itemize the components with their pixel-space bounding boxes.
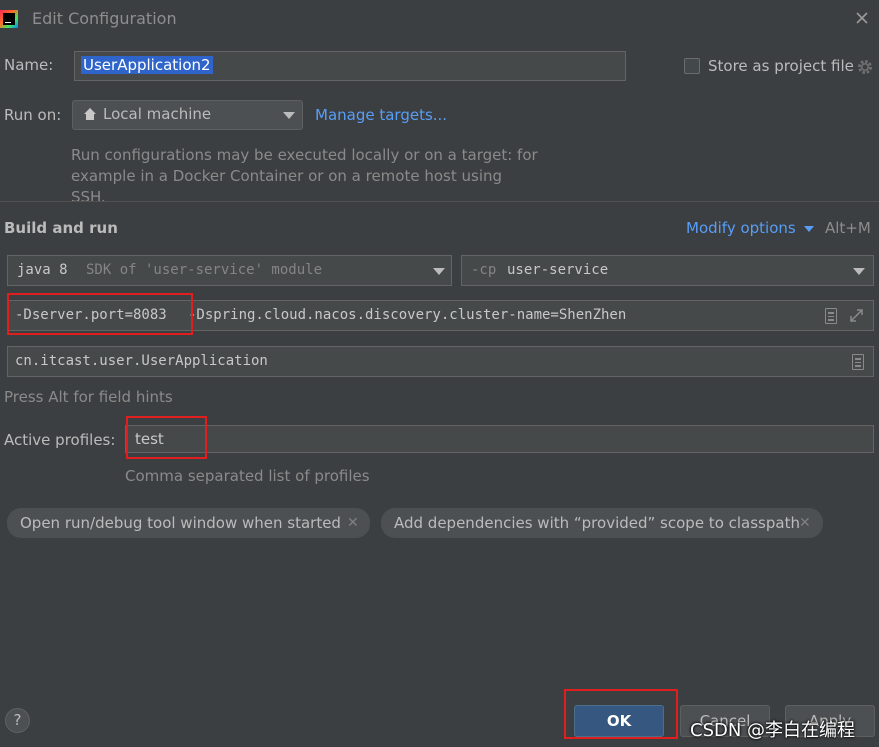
classpath-prefix: -cp bbox=[471, 262, 497, 278]
remove-chip-icon[interactable]: ✕ bbox=[347, 508, 359, 538]
remove-chip-icon[interactable]: ✕ bbox=[799, 508, 811, 538]
intellij-icon bbox=[0, 10, 18, 28]
name-field-value: UserApplication2 bbox=[81, 56, 213, 74]
active-profiles-value: test bbox=[135, 430, 164, 448]
modify-options-link[interactable]: Modify options bbox=[686, 219, 814, 237]
help-button[interactable]: ? bbox=[5, 708, 30, 733]
ok-label: OK bbox=[606, 712, 632, 730]
document-icon[interactable] bbox=[825, 308, 837, 324]
run-on-label: Run on: bbox=[4, 106, 62, 124]
chevron-down-icon bbox=[804, 226, 814, 232]
watermark: CSDN @李白在编程 bbox=[690, 720, 856, 741]
main-class-value: cn.itcast.user.UserApplication bbox=[15, 353, 268, 369]
classpath-dropdown[interactable]: -cp user-service bbox=[461, 255, 874, 286]
ok-button[interactable]: OK bbox=[574, 705, 664, 737]
sdk-module: SDK of 'user-service' module bbox=[86, 262, 323, 278]
name-label: Name: bbox=[4, 56, 54, 74]
chevron-down-icon bbox=[433, 268, 445, 275]
chip-label: Add dependencies with “provided” scope t… bbox=[394, 514, 800, 532]
title-bar: Edit Configuration bbox=[0, 0, 879, 38]
chip-open-tool-window[interactable]: Open run/debug tool window when started … bbox=[7, 508, 370, 538]
run-on-hint: Run configurations may be executed local… bbox=[71, 146, 538, 206]
sdk-dropdown[interactable]: java 8 SDK of 'user-service' module bbox=[7, 255, 452, 286]
modify-options-shortcut: Alt+M bbox=[825, 219, 871, 237]
chip-label: Open run/debug tool window when started bbox=[20, 514, 341, 532]
expand-icon[interactable] bbox=[848, 307, 865, 324]
active-profiles-label: Active profiles: bbox=[4, 431, 116, 449]
modify-options-label: Modify options bbox=[686, 219, 796, 237]
vm-options-field[interactable]: -Dserver.port=8083 -Dspring.cloud.nacos.… bbox=[7, 300, 874, 331]
store-checkbox[interactable] bbox=[684, 58, 700, 74]
chevron-down-icon bbox=[853, 268, 865, 275]
divider bbox=[0, 201, 879, 202]
help-icon: ? bbox=[13, 711, 22, 729]
build-and-run-heading: Build and run bbox=[4, 219, 118, 237]
window-title: Edit Configuration bbox=[32, 9, 177, 28]
sdk-name: java 8 bbox=[17, 262, 68, 278]
run-on-selected: Local machine bbox=[103, 105, 212, 123]
close-icon[interactable] bbox=[852, 8, 872, 28]
gear-icon[interactable] bbox=[856, 58, 874, 76]
profiles-hint: Comma separated list of profiles bbox=[125, 467, 370, 485]
name-field[interactable]: UserApplication2 bbox=[74, 51, 626, 81]
chevron-down-icon bbox=[283, 112, 295, 119]
chip-provided-scope[interactable]: Add dependencies with “provided” scope t… bbox=[381, 508, 823, 538]
vm-option-cluster: -Dspring.cloud.nacos.discovery.cluster-n… bbox=[188, 307, 627, 323]
store-label[interactable]: Store as project file bbox=[708, 57, 854, 75]
document-icon[interactable] bbox=[852, 354, 864, 370]
active-profiles-field[interactable]: test bbox=[125, 425, 874, 453]
manage-targets-link[interactable]: Manage targets... bbox=[315, 106, 447, 124]
home-icon bbox=[83, 107, 97, 121]
classpath-module: user-service bbox=[507, 262, 609, 278]
vm-option-port: -Dserver.port=8083 bbox=[15, 307, 167, 323]
main-class-field[interactable]: cn.itcast.user.UserApplication bbox=[7, 346, 874, 377]
field-hints-text: Press Alt for field hints bbox=[4, 388, 173, 406]
run-on-dropdown[interactable]: Local machine bbox=[72, 100, 303, 130]
